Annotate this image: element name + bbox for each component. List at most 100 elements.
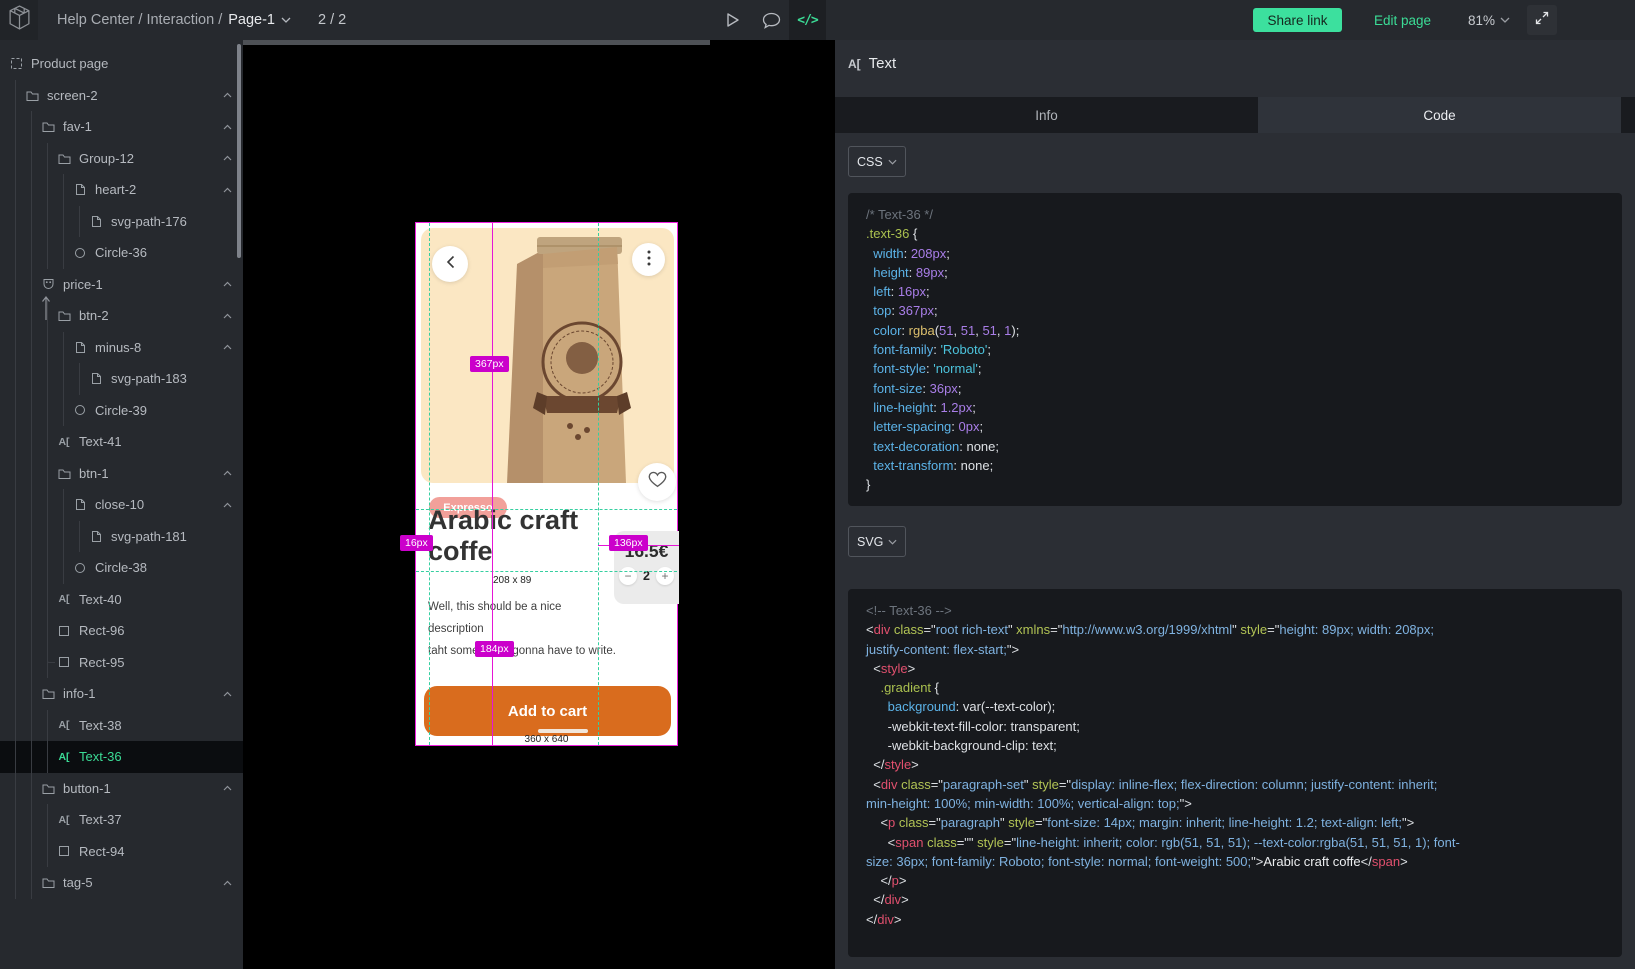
layer-row-btn-2[interactable]: btn-2 bbox=[0, 300, 243, 332]
layer-label: close-10 bbox=[95, 497, 144, 512]
tab-code[interactable]: Code bbox=[1258, 97, 1621, 133]
favorite-button[interactable] bbox=[638, 463, 676, 501]
product-title: Arabic craft coffe bbox=[428, 505, 600, 567]
chevron-up-icon[interactable] bbox=[223, 880, 232, 886]
inspector-panel: A[ Text Info Code CSS /* Text-36 */.text… bbox=[835, 40, 1635, 969]
chevron-up-icon[interactable] bbox=[223, 470, 232, 476]
layer-label: svg-path-181 bbox=[111, 529, 187, 544]
chevron-up-icon[interactable] bbox=[223, 187, 232, 193]
css-format-select[interactable]: CSS bbox=[848, 146, 906, 177]
zoom-control[interactable]: 81% bbox=[1468, 0, 1510, 40]
chevron-up-icon[interactable] bbox=[223, 155, 232, 161]
layer-row-fav-1[interactable]: fav-1 bbox=[0, 111, 243, 143]
layer-label: Rect-94 bbox=[79, 844, 125, 859]
code-line: top: 367px; bbox=[866, 301, 1604, 320]
code-line: text-decoration: none; bbox=[866, 437, 1604, 456]
more-options-button[interactable] bbox=[632, 243, 665, 276]
folder-icon bbox=[40, 783, 56, 794]
plus-button[interactable]: + bbox=[656, 567, 674, 585]
description-line: Well, this should be a nice description bbox=[428, 596, 618, 640]
quantity-stepper: − 2 + bbox=[619, 567, 674, 585]
edit-page-link[interactable]: Edit page bbox=[1374, 0, 1431, 40]
layer-row-Rect-95[interactable]: Rect-95 bbox=[0, 647, 243, 679]
layer-row-minus-8[interactable]: minus-8 bbox=[0, 332, 243, 364]
code-line: } bbox=[866, 475, 1604, 494]
fullscreen-button[interactable] bbox=[1527, 5, 1557, 35]
layer-row-Rect-96[interactable]: Rect-96 bbox=[0, 615, 243, 647]
layer-row-Text-38[interactable]: A[Text-38 bbox=[0, 710, 243, 742]
layer-row-tag-5[interactable]: tag-5 bbox=[0, 867, 243, 899]
tab-info[interactable]: Info bbox=[835, 97, 1258, 133]
layer-row-info-1[interactable]: info-1 bbox=[0, 678, 243, 710]
layer-label: info-1 bbox=[63, 686, 96, 701]
design-canvas[interactable]: Expresso Arabic craft coffe 16.5€ − 2 + … bbox=[243, 40, 835, 969]
css-format-value: CSS bbox=[857, 155, 883, 169]
chevron-up-icon[interactable] bbox=[223, 92, 232, 98]
chevron-up-icon[interactable] bbox=[223, 344, 232, 350]
layer-row-heart-2[interactable]: heart-2 bbox=[0, 174, 243, 206]
layer-row-screen-2[interactable]: screen-2 bbox=[0, 80, 243, 112]
layer-row-close-10[interactable]: close-10 bbox=[0, 489, 243, 521]
layer-label: Text-38 bbox=[79, 718, 122, 733]
code-line: /* Text-36 */ bbox=[866, 205, 1604, 224]
css-code-block: /* Text-36 */.text-36 { width: 208px; he… bbox=[848, 193, 1622, 506]
layer-row-svg-path-181[interactable]: svg-path-181 bbox=[0, 521, 243, 553]
share-link-button[interactable]: Share link bbox=[1253, 8, 1342, 32]
layer-row-Circle-39[interactable]: Circle-39 bbox=[0, 395, 243, 427]
rect-icon bbox=[56, 845, 72, 857]
measure-label-left: 16px bbox=[400, 535, 433, 551]
chevron-up-icon[interactable] bbox=[223, 281, 232, 287]
layer-row-price-1[interactable]: price-1 bbox=[0, 269, 243, 301]
breadcrumb-current-page: Page-1 bbox=[228, 12, 275, 28]
layer-label: Rect-95 bbox=[79, 655, 125, 670]
chevron-left-icon bbox=[446, 255, 455, 274]
chevron-down-icon[interactable] bbox=[1500, 17, 1510, 23]
code-view-button[interactable]: </> bbox=[789, 0, 826, 40]
chevron-down-icon[interactable] bbox=[281, 17, 291, 23]
folder-icon bbox=[56, 153, 72, 164]
minus-button[interactable]: − bbox=[619, 567, 637, 585]
layer-row-Circle-36[interactable]: Circle-36 bbox=[0, 237, 243, 269]
chevron-up-icon[interactable] bbox=[223, 502, 232, 508]
code-line: line-height: 1.2px; bbox=[866, 398, 1604, 417]
text-icon: A[ bbox=[848, 57, 861, 71]
layer-row-svg-path-176[interactable]: svg-path-176 bbox=[0, 206, 243, 238]
code-line: color: rgba(51, 51, 51, 1); bbox=[866, 321, 1604, 340]
arrow-up-icon bbox=[41, 295, 51, 326]
play-icon[interactable] bbox=[718, 0, 746, 40]
layer-row-Text-36[interactable]: A[Text-36 bbox=[0, 741, 243, 773]
text-icon: A[ bbox=[56, 814, 72, 826]
selected-element-type: Text bbox=[869, 55, 897, 72]
code-line: letter-spacing: 0px; bbox=[866, 417, 1604, 436]
comment-icon[interactable] bbox=[756, 0, 786, 40]
chevron-up-icon[interactable] bbox=[223, 785, 232, 791]
layer-row-Product page[interactable]: Product page bbox=[0, 48, 243, 80]
breadcrumb-path: Help Center / Interaction / bbox=[57, 12, 222, 28]
app-logo[interactable] bbox=[0, 0, 38, 40]
layer-row-Group-12[interactable]: Group-12 bbox=[0, 143, 243, 175]
layer-row-svg-path-183[interactable]: svg-path-183 bbox=[0, 363, 243, 395]
app-window: Help Center / Interaction / Page-1 2 / 2… bbox=[0, 0, 1635, 969]
chevron-up-icon[interactable] bbox=[223, 124, 232, 130]
layer-row-Text-40[interactable]: A[Text-40 bbox=[0, 584, 243, 616]
layer-label: heart-2 bbox=[95, 182, 136, 197]
description-line: taht someone is gonna have to write. bbox=[428, 640, 618, 662]
file-icon bbox=[88, 372, 104, 385]
markup-format-select[interactable]: SVG bbox=[848, 526, 906, 557]
layer-row-Text-37[interactable]: A[Text-37 bbox=[0, 804, 243, 836]
layer-row-Rect-94[interactable]: Rect-94 bbox=[0, 836, 243, 868]
sidebar-scrollbar[interactable] bbox=[237, 44, 241, 258]
chevron-up-icon[interactable] bbox=[223, 691, 232, 697]
layer-row-Circle-38[interactable]: Circle-38 bbox=[0, 552, 243, 584]
layer-row-btn-1[interactable]: btn-1 bbox=[0, 458, 243, 490]
design-frame[interactable]: Expresso Arabic craft coffe 16.5€ − 2 + … bbox=[415, 222, 678, 746]
canvas-horizontal-scrollbar[interactable] bbox=[243, 40, 710, 45]
layer-row-Text-41[interactable]: A[Text-41 bbox=[0, 426, 243, 458]
breadcrumb[interactable]: Help Center / Interaction / Page-1 bbox=[57, 0, 291, 40]
circle-icon bbox=[72, 247, 88, 259]
layer-label: Circle-36 bbox=[95, 245, 147, 260]
back-button[interactable] bbox=[432, 246, 468, 282]
chevron-up-icon[interactable] bbox=[223, 313, 232, 319]
layer-row-button-1[interactable]: button-1 bbox=[0, 773, 243, 805]
inspector-tabs: Info Code bbox=[835, 97, 1635, 133]
